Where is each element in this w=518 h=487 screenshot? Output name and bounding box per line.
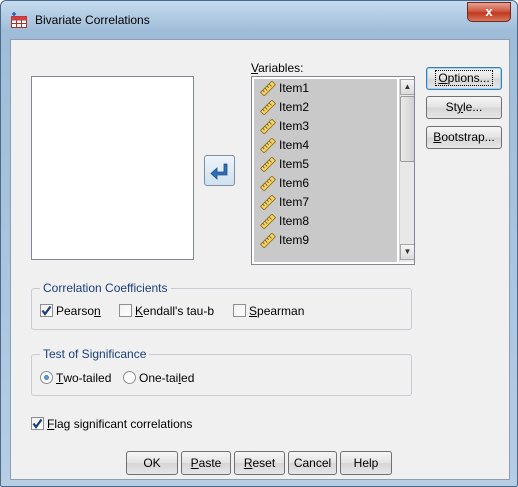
- scroll-up-button[interactable]: ▲: [400, 79, 414, 95]
- variable-name: Item6: [279, 176, 310, 190]
- variable-list-item[interactable]: Item9: [254, 231, 397, 250]
- kendall-checkbox[interactable]: Kendall's tau-b: [119, 303, 214, 318]
- variable-name: Item9: [279, 233, 310, 247]
- scale-ruler-icon: [260, 137, 276, 154]
- source-variable-list[interactable]: [31, 76, 194, 260]
- variable-name: Item4: [279, 138, 310, 152]
- variable-list-item[interactable]: Item7: [254, 193, 397, 212]
- variable-name: Item2: [279, 100, 310, 114]
- one-tailed-radio[interactable]: One-tailed: [123, 370, 194, 385]
- variable-list-item[interactable]: Item6: [254, 174, 397, 193]
- test-of-significance-title: Test of Significance: [40, 347, 150, 361]
- variable-name: Item1: [279, 81, 310, 95]
- pearson-check-box[interactable]: [40, 304, 53, 318]
- variable-list-item[interactable]: Item4: [254, 136, 397, 155]
- scroll-thumb[interactable]: [400, 96, 414, 162]
- correlation-coefficients-group: Correlation Coefficients Pearson Kendall…: [31, 281, 412, 330]
- variables-label: Variables:: [251, 61, 304, 75]
- move-variables-button[interactable]: [204, 155, 235, 186]
- variable-list-item[interactable]: Item3: [254, 117, 397, 136]
- vertical-scrollbar[interactable]: ▲ ▼: [399, 79, 414, 262]
- scale-ruler-icon: [260, 175, 276, 192]
- variable-name: Item3: [279, 119, 310, 133]
- scale-ruler-icon: [260, 80, 276, 97]
- scale-ruler-icon: [260, 232, 276, 249]
- kendall-check-box[interactable]: [119, 304, 132, 318]
- variable-list-item[interactable]: Item1: [254, 79, 397, 98]
- move-arrow-icon: [210, 163, 228, 180]
- scale-ruler-icon: [260, 118, 276, 135]
- two-tailed-radio-button[interactable]: [40, 371, 53, 385]
- flag-significant-checkbox[interactable]: Flag significant correlations: [31, 416, 192, 431]
- radio-selected-dot: [44, 375, 49, 381]
- variable-name: Item8: [279, 214, 310, 228]
- style-button[interactable]: Style...: [426, 96, 502, 119]
- variable-list-item[interactable]: Item5: [254, 155, 397, 174]
- dialog-window: Bivariate Correlations x Variables: Item…: [0, 0, 518, 487]
- paste-button[interactable]: Paste: [181, 451, 231, 475]
- spearman-check-box[interactable]: [233, 304, 246, 318]
- close-icon: x: [485, 4, 493, 19]
- variables-list[interactable]: Item1 Item2 Item3 Item4 Item5 Item6 Item7 Item8…: [251, 76, 415, 265]
- scale-ruler-icon: [260, 194, 276, 211]
- bootstrap-button[interactable]: Bootstrap...: [426, 126, 502, 149]
- scroll-down-button[interactable]: ▼: [400, 244, 414, 260]
- variable-list-item[interactable]: Item8: [254, 212, 397, 231]
- window-title: Bivariate Correlations: [35, 13, 150, 27]
- checkmark-icon: [32, 419, 43, 430]
- help-button[interactable]: Help: [340, 451, 392, 475]
- spss-table-icon: [11, 12, 29, 28]
- test-of-significance-group: Test of Significance Two-tailed One-tail…: [31, 347, 412, 396]
- checkmark-icon: [41, 306, 52, 317]
- one-tailed-radio-button[interactable]: [123, 371, 136, 385]
- options-button[interactable]: Options...: [426, 67, 502, 90]
- close-button[interactable]: x: [467, 2, 511, 22]
- variables-items: Item1 Item2 Item3 Item4 Item5 Item6 Item7 Item8…: [254, 79, 397, 262]
- variable-name: Item7: [279, 195, 310, 209]
- scale-ruler-icon: [260, 213, 276, 230]
- spearman-checkbox[interactable]: Spearman: [233, 303, 304, 318]
- correlation-coefficients-title: Correlation Coefficients: [40, 281, 171, 295]
- variable-list-item[interactable]: Item2: [254, 98, 397, 117]
- flag-check-box[interactable]: [31, 417, 44, 431]
- ok-button[interactable]: OK: [126, 451, 178, 475]
- variable-name: Item5: [279, 157, 310, 171]
- title-bar[interactable]: Bivariate Correlations x: [1, 1, 517, 39]
- scale-ruler-icon: [260, 99, 276, 116]
- reset-button[interactable]: Reset: [234, 451, 285, 475]
- pearson-checkbox[interactable]: Pearson: [40, 303, 101, 318]
- scale-ruler-icon: [260, 156, 276, 173]
- two-tailed-radio[interactable]: Two-tailed: [40, 370, 111, 385]
- cancel-button[interactable]: Cancel: [288, 451, 337, 475]
- dialog-client-area: Variables: Item1 Item2 Item3 Item4 Item5 Item…: [10, 39, 510, 480]
